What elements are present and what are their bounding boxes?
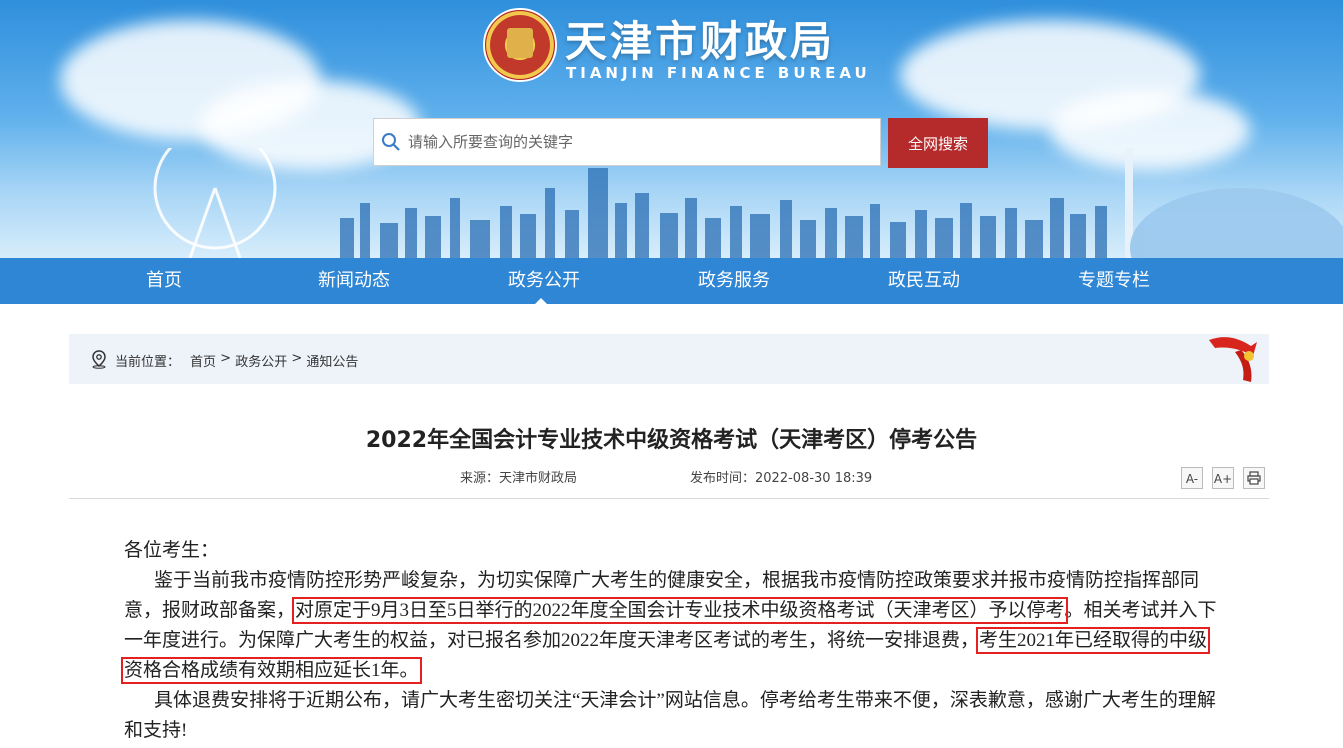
bureau-logo[interactable] bbox=[483, 8, 557, 82]
date-value: 2022-08-30 18:39 bbox=[755, 471, 873, 486]
header-banner: 天津市财政局 TIANJIN FINANCE BUREAU 全网搜索 bbox=[0, 0, 1343, 258]
font-larger-button[interactable]: A+ bbox=[1212, 467, 1234, 489]
highlighted-suspension-notice: 对原定于9月3日至5日举行的2022年度全国会计专业技术中级资格考试（天津考区）… bbox=[292, 597, 1068, 624]
print-button[interactable] bbox=[1243, 467, 1265, 489]
location-pin-icon bbox=[92, 350, 106, 369]
search-box bbox=[373, 118, 881, 166]
breadcrumb-gov-affairs[interactable]: 政务公开 bbox=[235, 351, 287, 370]
article-body: 各位考生： 鉴于当前我市疫情防控形势严峻复杂，为切实保障广大考生的健康安全，根据… bbox=[120, 536, 1220, 746]
nav-item-topics[interactable]: 专题专栏 bbox=[1044, 258, 1184, 304]
decorative-ribbon-icon bbox=[1209, 337, 1257, 382]
breadcrumb-separator: > bbox=[216, 351, 236, 366]
search-icon bbox=[382, 133, 400, 151]
breadcrumb-separator: > bbox=[287, 351, 307, 366]
nav-item-news[interactable]: 新闻动态 bbox=[284, 258, 424, 304]
source-label: 来源： bbox=[460, 471, 500, 486]
article-paragraph-2: 具体退费安排将于近期公布，请广大考生密切关注“天津会计”网站信息。停考给考生带来… bbox=[124, 690, 1216, 741]
active-nav-indicator bbox=[534, 298, 548, 305]
nav-item-home[interactable]: 首页 bbox=[94, 258, 234, 304]
breadcrumb-notices[interactable]: 通知公告 bbox=[306, 351, 358, 370]
breadcrumb: 当前位置： 首页 > 政务公开 > 通知公告 bbox=[69, 334, 1269, 384]
breadcrumb-prefix: 当前位置： bbox=[115, 355, 181, 370]
article-source: 来源：天津市财政局 bbox=[460, 467, 577, 486]
nav-item-services[interactable]: 政务服务 bbox=[664, 258, 804, 304]
article-paragraph-1: 鉴于当前我市疫情防控形势严峻复杂，为切实保障广大考生的健康安全，根据我市疫情防控… bbox=[120, 566, 1220, 686]
font-smaller-button[interactable]: A- bbox=[1181, 467, 1203, 489]
print-icon bbox=[1247, 471, 1261, 485]
date-label: 发布时间： bbox=[690, 471, 756, 486]
search-input[interactable] bbox=[406, 132, 870, 152]
site-subtitle: TIANJIN FINANCE BUREAU bbox=[566, 64, 871, 82]
source-value: 天津市财政局 bbox=[499, 471, 578, 486]
main-nav: 首页 新闻动态 政务公开 政务服务 政民互动 专题专栏 bbox=[0, 258, 1343, 305]
search-button[interactable]: 全网搜索 bbox=[888, 118, 988, 168]
site-title: 天津市财政局 bbox=[565, 17, 836, 66]
divider bbox=[69, 498, 1269, 499]
nav-item-interaction[interactable]: 政民互动 bbox=[854, 258, 994, 304]
breadcrumb-home[interactable]: 首页 bbox=[190, 351, 216, 370]
article-greeting: 各位考生： bbox=[124, 540, 220, 561]
article-date: 发布时间：2022-08-30 18:39 bbox=[690, 467, 872, 486]
article-title: 2022年全国会计专业技术中级资格考试（天津考区）停考公告 bbox=[365, 428, 978, 453]
